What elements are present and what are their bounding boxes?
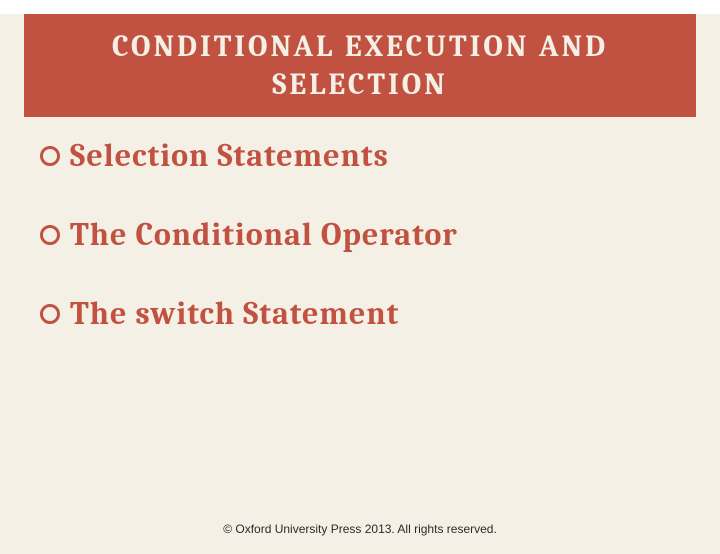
bullet-text: Selection Statements — [70, 137, 389, 174]
bullet-icon — [40, 225, 60, 245]
bullet-icon — [40, 146, 60, 166]
bullet-text: The Conditional Operator — [70, 216, 458, 253]
slide: CONDITIONAL EXECUTION AND SELECTION Sele… — [0, 14, 720, 554]
list-item: Selection Statements — [40, 137, 680, 174]
list-item: The Conditional Operator — [40, 216, 680, 253]
bullet-icon — [40, 304, 60, 324]
slide-title: CONDITIONAL EXECUTION AND SELECTION — [24, 14, 696, 117]
bullet-list: Selection Statements The Conditional Ope… — [0, 117, 720, 332]
list-item: The switch Statement — [40, 295, 680, 332]
bullet-text: The switch Statement — [70, 295, 399, 332]
footer-copyright: © Oxford University Press 2013. All righ… — [0, 522, 720, 536]
